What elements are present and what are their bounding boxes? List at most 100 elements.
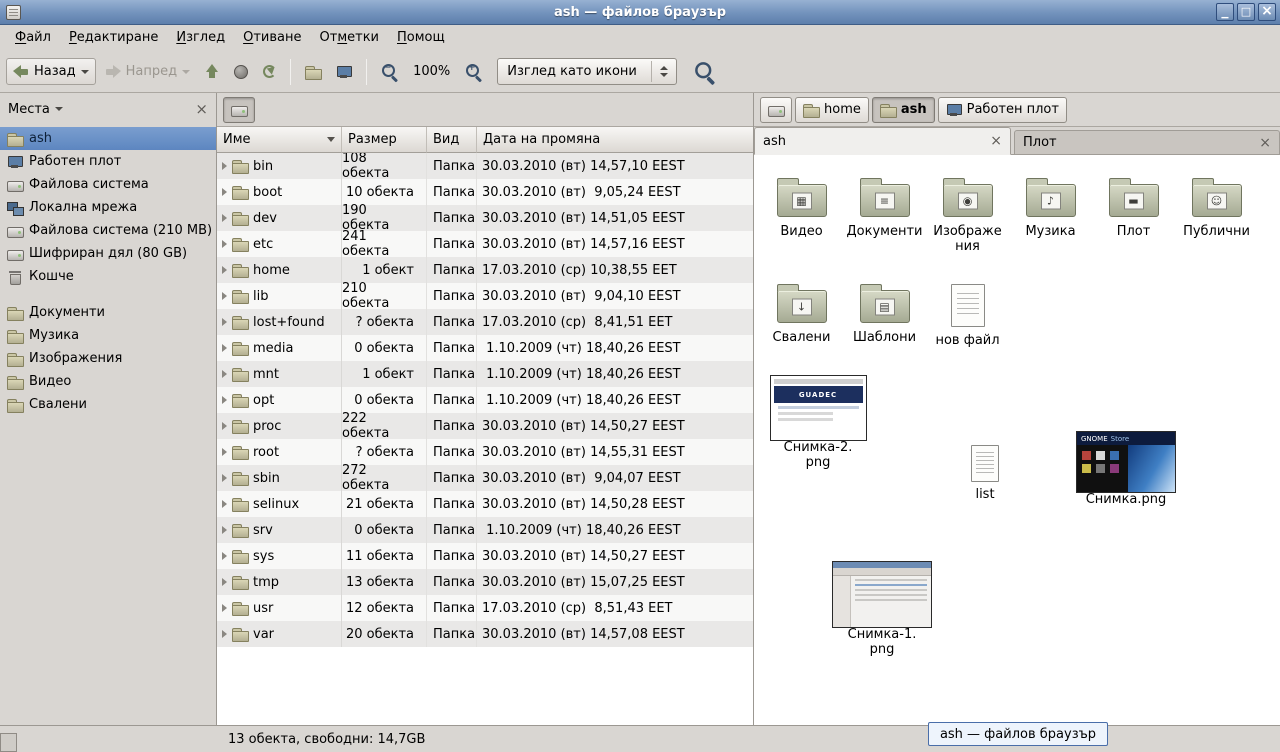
titlebar[interactable]: ash — файлов браузър ▁ □ × xyxy=(0,0,1280,25)
home-crumb-button[interactable]: home xyxy=(795,97,869,123)
table-row[interactable]: boot 10 обекта Папка 30.03.2010 (вт) 9,0… xyxy=(217,179,753,205)
expander-icon[interactable] xyxy=(222,266,227,274)
tab-plot[interactable]: Плот × xyxy=(1014,130,1280,154)
table-row[interactable]: sbin 272 обекта Папка 30.03.2010 (вт) 9,… xyxy=(217,465,753,491)
expander-icon[interactable] xyxy=(222,604,227,612)
sidebar-item[interactable]: Музика xyxy=(0,324,216,347)
expander-icon[interactable] xyxy=(222,214,227,222)
expander-icon[interactable] xyxy=(222,552,227,560)
search-button[interactable] xyxy=(690,58,719,85)
file-icon-item[interactable]: ≡ Документи xyxy=(843,175,926,275)
close-button[interactable]: × xyxy=(1258,3,1276,21)
column-header-size[interactable]: Размер xyxy=(342,127,427,153)
table-row[interactable]: proc 222 обекта Папка 30.03.2010 (вт) 14… xyxy=(217,413,753,439)
file-snimka1[interactable]: Снимка-1.png xyxy=(826,561,938,657)
icon-view[interactable]: ▦ Видео ≡ Документи xyxy=(754,155,1280,725)
taskbar-window-button[interactable]: ash — файлов браузър xyxy=(928,722,1108,746)
expander-icon[interactable] xyxy=(222,422,227,430)
column-header-type[interactable]: Вид xyxy=(427,127,477,153)
zoom-out-button[interactable]: − xyxy=(375,58,404,85)
up-button[interactable] xyxy=(199,59,225,84)
menu-item[interactable]: Изглед xyxy=(167,26,234,49)
file-icon-item[interactable]: ▦ Видео xyxy=(760,175,843,275)
view-mode-select[interactable]: Изглед като икони xyxy=(497,58,677,85)
file-snimka[interactable]: GNOMEStore Снимка.png xyxy=(1070,431,1182,508)
sidebar-item[interactable]: Работен плот xyxy=(0,150,216,173)
file-icon-item[interactable]: ▤ Шаблони xyxy=(843,281,926,381)
stop-button[interactable] xyxy=(228,60,254,84)
table-row[interactable]: sys 11 обекта Папка 30.03.2010 (вт) 14,5… xyxy=(217,543,753,569)
forward-button[interactable]: Напред xyxy=(99,59,196,84)
sidebar-item[interactable]: Видео xyxy=(0,370,216,393)
file-icon-item[interactable]: нов файл xyxy=(926,281,1009,381)
table-row[interactable]: opt 0 обекта Папка 1.10.2009 (чт) 18,40,… xyxy=(217,387,753,413)
menu-item[interactable]: Отиване xyxy=(234,26,310,49)
table-row[interactable]: tmp 13 обекта Папка 30.03.2010 (вт) 15,0… xyxy=(217,569,753,595)
expander-icon[interactable] xyxy=(222,318,227,326)
expander-icon[interactable] xyxy=(222,474,227,482)
expander-icon[interactable] xyxy=(222,500,227,508)
expander-icon[interactable] xyxy=(222,448,227,456)
file-snimka2[interactable]: GUADEC Снимка-2.png xyxy=(762,375,874,470)
table-row[interactable]: srv 0 обекта Папка 1.10.2009 (чт) 18,40,… xyxy=(217,517,753,543)
desktop-crumb-button[interactable]: Работен плот xyxy=(938,97,1067,123)
table-row[interactable]: media 0 обекта Папка 1.10.2009 (чт) 18,4… xyxy=(217,335,753,361)
column-header-date[interactable]: Дата на промяна xyxy=(477,127,753,153)
expander-icon[interactable] xyxy=(222,396,227,404)
sidebar-item[interactable]: Файлова система (210 MB) xyxy=(0,219,216,242)
table-row[interactable]: selinux 21 обекта Папка 30.03.2010 (вт) … xyxy=(217,491,753,517)
menu-item[interactable]: Помощ xyxy=(388,26,454,49)
root-crumb-button[interactable] xyxy=(760,97,792,123)
back-history-icon[interactable] xyxy=(81,70,89,74)
table-row[interactable]: lib 210 обекта Папка 30.03.2010 (вт) 9,0… xyxy=(217,283,753,309)
sidebar-item[interactable]: Документи xyxy=(0,301,216,324)
file-icon-item[interactable]: ↓ Свалени xyxy=(760,281,843,381)
table-row[interactable]: dev 190 обекта Папка 30.03.2010 (вт) 14,… xyxy=(217,205,753,231)
table-row[interactable]: mnt 1 обект Папка 1.10.2009 (чт) 18,40,2… xyxy=(217,361,753,387)
sidebar-item[interactable]: Кошче xyxy=(0,265,216,288)
expander-icon[interactable] xyxy=(222,188,227,196)
back-button[interactable]: Назад xyxy=(6,58,96,85)
expander-icon[interactable] xyxy=(222,292,227,300)
sidebar-item[interactable]: Локална мрежа xyxy=(0,196,216,219)
sidebar-item[interactable]: ash xyxy=(0,127,216,150)
tab-close-icon[interactable]: × xyxy=(990,134,1002,148)
sidebar-item[interactable]: Файлова система xyxy=(0,173,216,196)
table-row[interactable]: lost+found ? обекта Папка 17.03.2010 (ср… xyxy=(217,309,753,335)
table-row[interactable]: home 1 обект Папка 17.03.2010 (ср) 10,38… xyxy=(217,257,753,283)
file-list-doc[interactable]: list xyxy=(952,445,1018,503)
sidebar-selector-icon[interactable] xyxy=(55,107,63,111)
table-row[interactable]: usr 12 обекта Папка 17.03.2010 (ср) 8,51… xyxy=(217,595,753,621)
expander-icon[interactable] xyxy=(222,578,227,586)
sidebar-item[interactable]: Шифриран дял (80 GB) xyxy=(0,242,216,265)
tab-close-icon[interactable]: × xyxy=(1259,136,1271,150)
zoom-in-button[interactable]: + xyxy=(459,58,488,85)
menu-item[interactable]: Редактиране xyxy=(60,26,167,49)
reload-button[interactable] xyxy=(257,60,282,83)
sidebar-item[interactable]: Свалени xyxy=(0,393,216,416)
maximize-button[interactable]: □ xyxy=(1237,3,1255,21)
sidebar-close-icon[interactable]: × xyxy=(195,102,208,117)
file-icon-item[interactable]: ▬ Плот xyxy=(1092,175,1175,275)
current-crumb-button[interactable]: ash xyxy=(872,97,935,123)
column-header-name[interactable]: Име xyxy=(217,127,342,153)
root-crumb-button[interactable] xyxy=(223,97,255,123)
table-row[interactable]: bin 108 обекта Папка 30.03.2010 (вт) 14,… xyxy=(217,153,753,179)
minimize-button[interactable]: ▁ xyxy=(1216,3,1234,21)
expander-icon[interactable] xyxy=(222,344,227,352)
expander-icon[interactable] xyxy=(222,526,227,534)
computer-button[interactable] xyxy=(330,59,358,85)
tab-ash[interactable]: ash × xyxy=(754,127,1011,155)
menu-item[interactable]: Отметки xyxy=(311,26,389,49)
sidebar-item[interactable]: Изображения xyxy=(0,347,216,370)
table-row[interactable]: var 20 обекта Папка 30.03.2010 (вт) 14,5… xyxy=(217,621,753,647)
file-icon-item[interactable]: ◉ Изображения xyxy=(926,175,1009,275)
file-icon-item[interactable]: ☺ Публични xyxy=(1175,175,1258,275)
table-row[interactable]: etc 241 обекта Папка 30.03.2010 (вт) 14,… xyxy=(217,231,753,257)
expander-icon[interactable] xyxy=(222,240,227,248)
menu-item[interactable]: Файл xyxy=(6,26,60,49)
expander-icon[interactable] xyxy=(222,630,227,638)
table-row[interactable]: root ? обекта Папка 30.03.2010 (вт) 14,5… xyxy=(217,439,753,465)
home-button[interactable] xyxy=(299,59,327,85)
sidebar-title[interactable]: Места xyxy=(8,102,50,117)
